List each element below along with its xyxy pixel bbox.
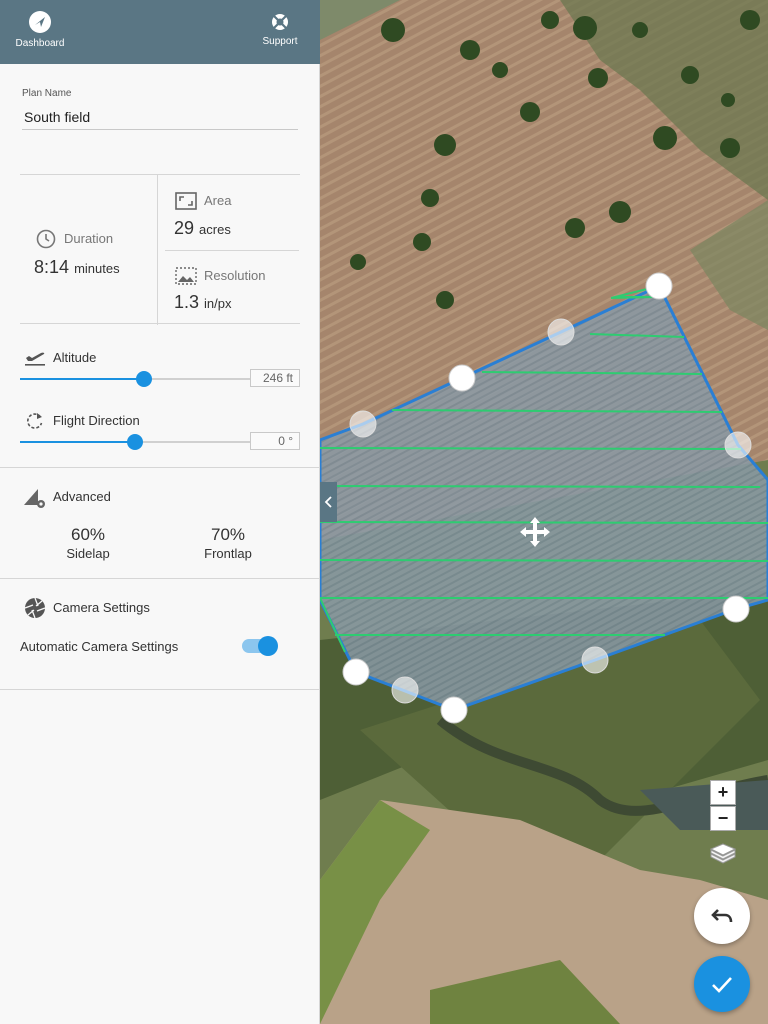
altitude-label: Altitude <box>53 350 97 365</box>
area-unit: acres <box>199 222 231 237</box>
auto-camera-label: Automatic Camera Settings <box>20 639 179 654</box>
area-label: Area <box>204 193 232 208</box>
confirm-button[interactable] <box>694 956 750 1012</box>
flight-direction-slider-fill <box>20 441 135 443</box>
resolution-value: 1.3 in/px <box>174 292 232 313</box>
camera-settings-label: Camera Settings <box>53 600 150 615</box>
dashboard-label: Dashboard <box>15 38 65 49</box>
altitude-value[interactable]: 246 ft <box>250 369 300 387</box>
support-label: Support <box>262 36 298 47</box>
toggle-knob <box>258 636 278 656</box>
duration-stat: Duration 8:14 minutes <box>20 175 157 325</box>
area-number: 29 <box>174 218 195 238</box>
zoom-out-button[interactable]: − <box>710 806 736 831</box>
resolution-number: 1.3 <box>174 292 200 312</box>
frontlap-stat[interactable]: 70% Frontlap <box>188 525 268 561</box>
resolution-icon <box>175 267 197 285</box>
clock-icon <box>36 229 56 249</box>
altitude-slider-fill <box>20 378 145 380</box>
layers-icon <box>709 843 737 864</box>
flight-direction-value[interactable]: 0 ° <box>250 432 300 450</box>
flight-direction-label: Flight Direction <box>53 413 140 428</box>
plan-name-input[interactable] <box>22 104 298 130</box>
area-stat: Area 29 acres <box>158 175 300 250</box>
top-bar: Dashboard Support <box>0 0 320 64</box>
mission-panel: Dashboard Support Plan Name Duration 8:1… <box>0 0 320 1024</box>
camera-aperture-icon <box>24 597 46 619</box>
undo-icon <box>711 909 733 923</box>
rotate-icon <box>27 413 43 429</box>
satellite-imagery <box>320 0 768 1024</box>
sidelap-label: Sidelap <box>66 546 110 561</box>
compass-icon <box>29 11 51 33</box>
plan-name-label: Plan Name <box>22 88 72 99</box>
lifebuoy-icon <box>272 14 288 30</box>
airplane-takeoff-icon <box>25 352 45 366</box>
altitude-slider-handle[interactable] <box>136 371 153 387</box>
map-view[interactable] <box>320 0 768 1024</box>
flight-stats: Duration 8:14 minutes Area 29 acres Reso… <box>20 174 300 325</box>
settings-gear-icon[interactable] <box>22 485 46 509</box>
frontlap-value: 70% <box>210 525 246 544</box>
flight-direction-slider-handle[interactable] <box>127 434 143 450</box>
undo-button[interactable] <box>694 888 750 944</box>
frontlap-label: Frontlap <box>204 546 252 561</box>
area-frame-icon <box>175 192 197 210</box>
resolution-unit: in/px <box>204 296 232 311</box>
resolution-stat: Resolution 1.3 in/px <box>158 251 300 325</box>
auto-camera-toggle[interactable] <box>242 636 278 656</box>
duration-unit: minutes <box>74 261 120 276</box>
support-button[interactable]: Support <box>258 10 302 47</box>
duration-label: Duration <box>64 231 114 246</box>
section-divider <box>0 467 320 468</box>
flight-direction-slider[interactable] <box>20 434 250 450</box>
collapse-panel-button[interactable] <box>320 482 337 522</box>
advanced-label[interactable]: Advanced <box>53 489 111 504</box>
section-divider <box>0 689 320 690</box>
layers-button[interactable] <box>708 840 738 870</box>
duration-value: 8:14 minutes <box>34 257 120 278</box>
section-divider <box>0 578 320 579</box>
duration-number: 8:14 <box>34 257 70 277</box>
dashboard-button[interactable]: Dashboard <box>14 10 66 49</box>
resolution-label: Resolution <box>204 268 266 283</box>
sidelap-value: 60% <box>70 525 106 544</box>
chevron-left-icon <box>324 496 332 508</box>
zoom-in-button[interactable]: + <box>710 780 736 805</box>
altitude-slider[interactable] <box>20 371 250 387</box>
area-value: 29 acres <box>174 218 231 239</box>
checkmark-icon <box>712 977 732 993</box>
sidelap-stat[interactable]: 60% Sidelap <box>48 525 128 561</box>
